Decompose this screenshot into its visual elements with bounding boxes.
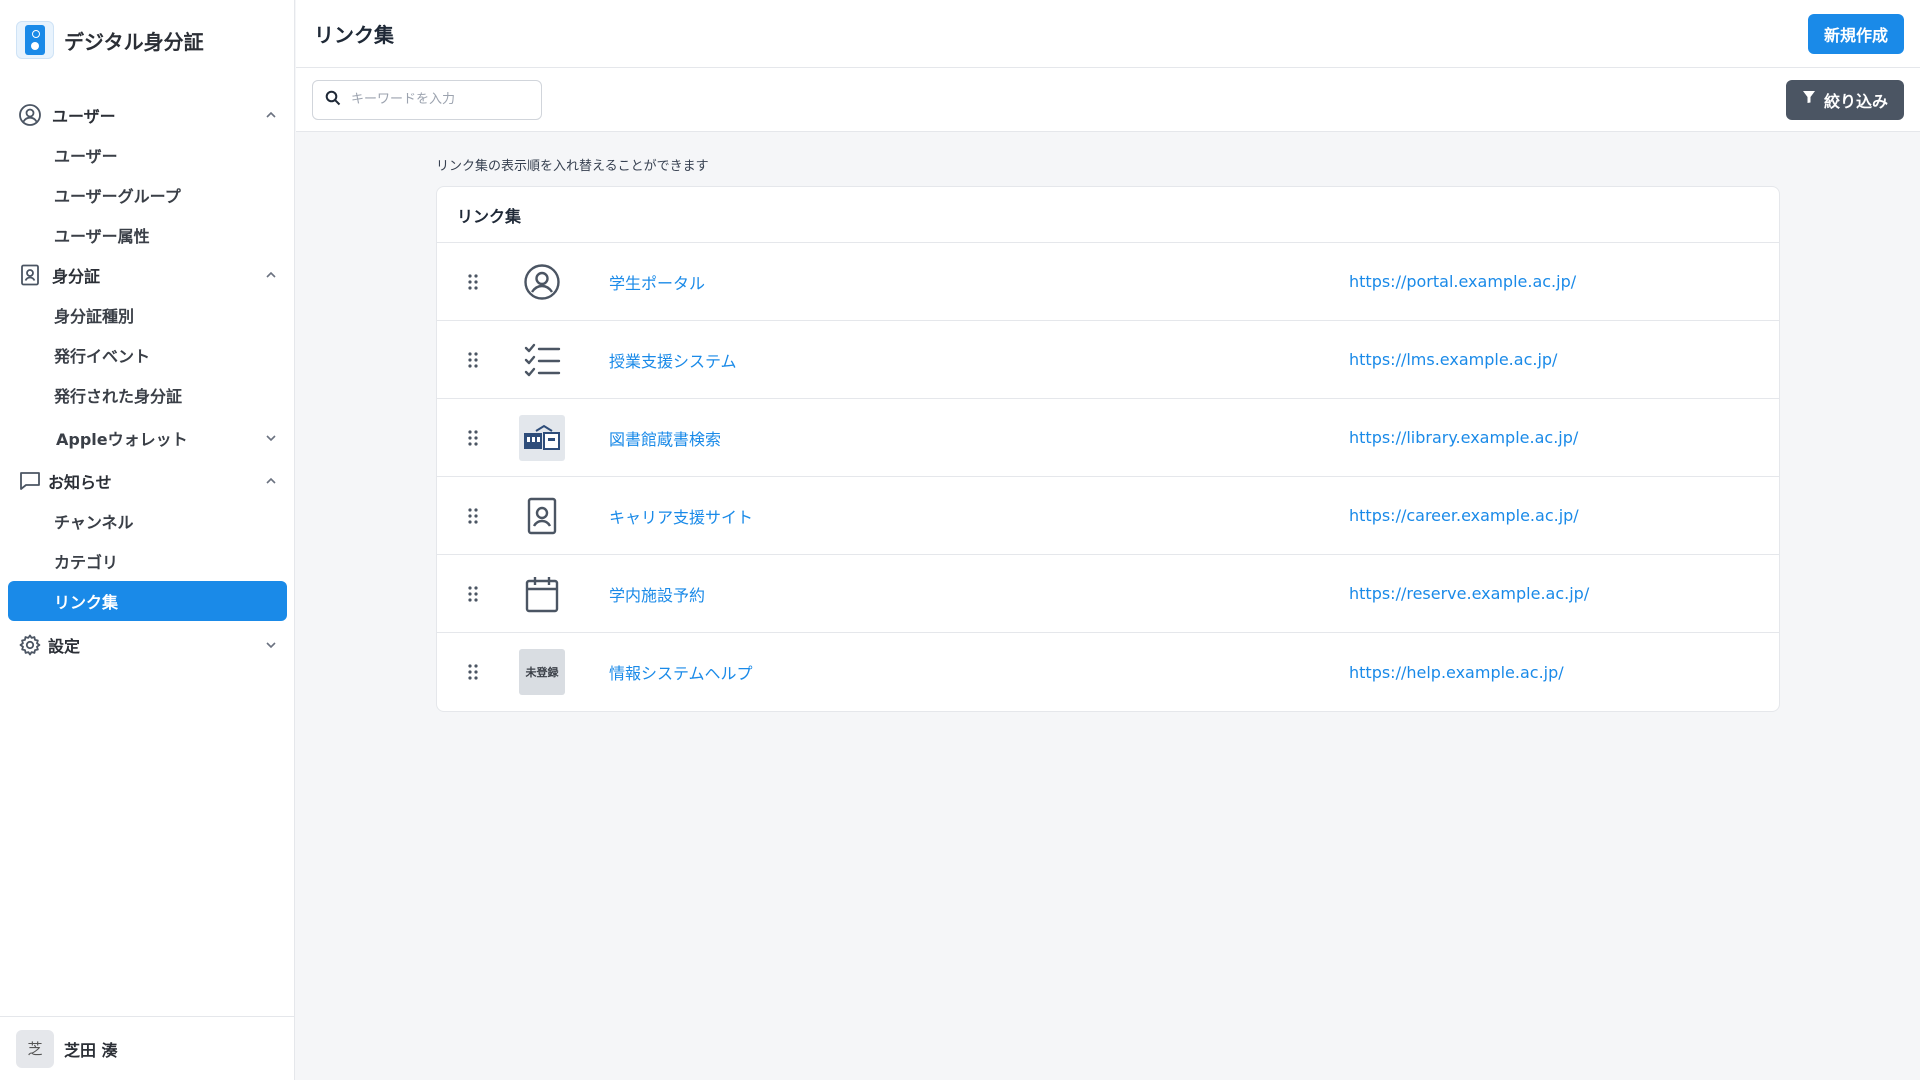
link-name[interactable]: 図書館蔵書検索: [609, 426, 1349, 450]
create-new-button[interactable]: 新規作成: [1807, 13, 1904, 54]
link-row: キャリア支援サイト https://career.example.ac.jp/: [437, 477, 1779, 555]
side-nav: ユーザー ユーザー ユーザーグループ ユーザー属性 身分証 身分証種別 発行イベ…: [0, 95, 295, 665]
search-input[interactable]: [351, 92, 521, 107]
link-name[interactable]: 授業支援システム: [609, 348, 1349, 372]
nav-subgroup-apple-wallet[interactable]: Appleウォレット: [0, 415, 295, 461]
user-menu[interactable]: 芝 芝田 湊: [0, 1016, 295, 1080]
search-box[interactable]: [312, 79, 542, 120]
chevron-down-icon: [265, 639, 277, 651]
nav-item-links[interactable]: リンク集: [8, 581, 287, 621]
link-row: 授業支援システム https://lms.example.ac.jp/: [437, 321, 1779, 399]
drag-handle-icon[interactable]: [437, 507, 509, 524]
toolbar: 絞り込み: [296, 68, 1920, 132]
panel-title: リンク集: [437, 187, 1779, 243]
links-panel: リンク集 学生ポータル https://portal.example.ac.jp…: [436, 186, 1780, 712]
link-url[interactable]: https://reserve.example.ac.jp/: [1349, 584, 1589, 603]
nav-item-issue-events[interactable]: 発行イベント: [0, 335, 295, 375]
library-image-icon: [519, 414, 565, 461]
gear-icon: [18, 633, 42, 657]
nav-item-issued-ids[interactable]: 発行された身分証: [0, 375, 295, 415]
user-name: 芝田 湊: [64, 1040, 118, 1060]
filter-icon: [1802, 90, 1816, 109]
nav-group-label: ユーザー: [52, 107, 116, 126]
search-icon: [325, 90, 341, 110]
user-circle-icon: [519, 259, 565, 305]
nav-item-id-types[interactable]: 身分証種別: [0, 295, 295, 335]
page-header: リンク集 新規作成: [296, 0, 1920, 68]
nav-group-label: 身分証: [52, 267, 101, 286]
drag-handle-icon[interactable]: [437, 273, 509, 290]
sidebar: デジタル身分証 ユーザー ユーザー ユーザーグループ ユーザー属性 身分証 身分…: [0, 0, 295, 1080]
chevron-up-icon: [265, 269, 277, 281]
nav-group-label: お知らせ: [48, 473, 112, 492]
drag-handle-icon[interactable]: [437, 351, 509, 368]
page-title: リンク集: [314, 23, 394, 47]
drag-handle-icon[interactable]: [437, 585, 509, 602]
avatar: 芝: [16, 1029, 54, 1068]
checklist-icon: [519, 337, 565, 383]
nav-item-channels[interactable]: チャンネル: [0, 501, 295, 541]
link-row: 学内施設予約 https://reserve.example.ac.jp/: [437, 555, 1779, 633]
unregistered-icon: 未登録: [519, 649, 565, 695]
link-url[interactable]: https://portal.example.ac.jp/: [1349, 272, 1576, 291]
filter-button-label: 絞り込み: [1823, 93, 1888, 111]
nav-item-users[interactable]: ユーザー: [0, 135, 295, 175]
chevron-up-icon: [265, 109, 277, 121]
id-badge-icon: [18, 263, 42, 287]
chat-bubble-icon: [18, 469, 42, 493]
app-name: デジタル身分証: [64, 29, 204, 54]
nav-group-users[interactable]: ユーザー: [0, 95, 295, 135]
chevron-up-icon: [265, 475, 277, 487]
links-section: リンク集の表示順を入れ替えることができます リンク集 学生ポータル https:…: [436, 155, 1780, 712]
link-url[interactable]: https://library.example.ac.jp/: [1349, 428, 1578, 447]
link-name[interactable]: キャリア支援サイト: [609, 504, 1349, 528]
link-url[interactable]: https://help.example.ac.jp/: [1349, 663, 1564, 682]
link-row: 図書館蔵書検索 https://library.example.ac.jp/: [437, 399, 1779, 477]
calendar-icon: [519, 571, 565, 617]
link-name[interactable]: 学内施設予約: [609, 582, 1349, 606]
nav-item-categories[interactable]: カテゴリ: [0, 541, 295, 581]
drag-handle-icon[interactable]: [437, 429, 509, 446]
link-name[interactable]: 情報システムヘルプ: [609, 660, 1349, 684]
nav-item-user-attributes[interactable]: ユーザー属性: [0, 215, 295, 255]
brand[interactable]: デジタル身分証: [0, 0, 294, 80]
nav-subgroup-label: Appleウォレット: [56, 430, 188, 449]
nav-group-id-cards[interactable]: 身分証: [0, 255, 295, 295]
main-area: リンク集 新規作成 絞り込み リンク集の表示順を入れ替えることができます リンク…: [296, 0, 1920, 1080]
app-logo-icon: [16, 21, 54, 59]
link-row: 学生ポータル https://portal.example.ac.jp/: [437, 243, 1779, 321]
link-url[interactable]: https://career.example.ac.jp/: [1349, 506, 1579, 525]
nav-group-notices[interactable]: お知らせ: [0, 461, 295, 501]
link-name[interactable]: 学生ポータル: [609, 270, 1349, 294]
id-badge-icon: [519, 493, 565, 539]
filter-button[interactable]: 絞り込み: [1785, 79, 1904, 120]
link-url[interactable]: https://lms.example.ac.jp/: [1349, 350, 1557, 369]
drag-handle-icon[interactable]: [437, 664, 509, 680]
chevron-down-icon: [265, 429, 277, 448]
reorder-hint: リンク集の表示順を入れ替えることができます: [436, 159, 709, 174]
nav-group-settings[interactable]: 設定: [0, 625, 295, 665]
link-row: 未登録 情報システムヘルプ https://help.example.ac.jp…: [437, 633, 1779, 711]
user-circle-icon: [18, 103, 42, 127]
nav-item-user-groups[interactable]: ユーザーグループ: [0, 175, 295, 215]
nav-group-label: 設定: [48, 637, 81, 656]
